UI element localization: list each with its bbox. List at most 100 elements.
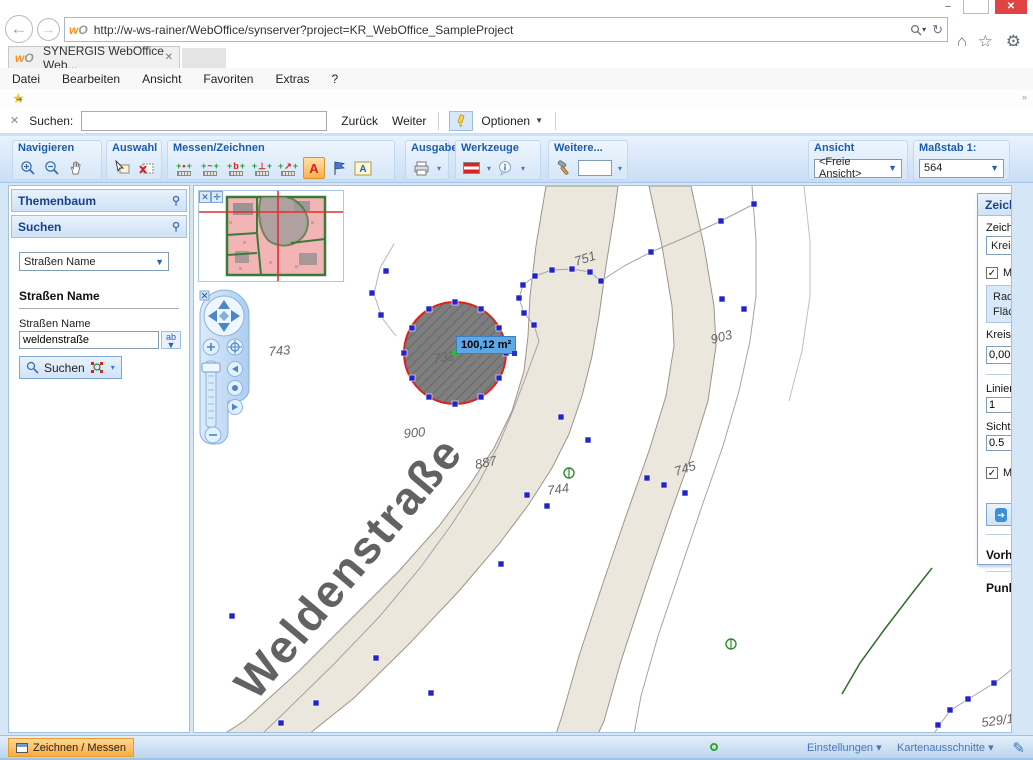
search-category-select[interactable]: Straßen Name▼ xyxy=(19,252,169,271)
sidebar-panel-themenbaum[interactable]: Themenbaum ⚲ xyxy=(11,189,187,212)
map-navigation-widget[interactable] xyxy=(198,289,250,445)
overflow-chevron-icon[interactable]: » xyxy=(1022,92,1027,102)
map-vertex[interactable] xyxy=(532,273,538,279)
search-options-caret[interactable]: ▾ xyxy=(111,363,115,372)
new-tab-button[interactable] xyxy=(182,48,226,68)
url-field[interactable]: wO http://w-ws-rainer/WebOffice/synserve… xyxy=(64,17,948,42)
statusbar-tab-zeichnen-messen[interactable]: Zeichnen / Messen xyxy=(8,738,134,757)
map-vertex[interactable] xyxy=(991,680,997,686)
findbar-back-button[interactable]: Zurück xyxy=(341,114,378,128)
map-vertex[interactable] xyxy=(452,299,458,305)
zoom-to-result-icon[interactable] xyxy=(90,361,104,374)
tab-close-icon[interactable]: ✕ xyxy=(165,52,173,63)
map-vertex[interactable] xyxy=(409,325,415,331)
pin-icon[interactable]: ⚲ xyxy=(172,194,180,207)
map-vertex[interactable] xyxy=(409,375,415,381)
refresh-icon[interactable]: ↻ xyxy=(932,22,943,38)
map-vertex[interactable] xyxy=(524,492,530,498)
hammer-icon[interactable] xyxy=(554,157,574,179)
map-vertex[interactable] xyxy=(569,266,575,272)
select-graphic-icon[interactable] xyxy=(112,157,132,179)
map-vertex[interactable] xyxy=(719,296,725,302)
map-vertex[interactable] xyxy=(544,503,550,509)
shape-select[interactable]: Kreis▼ xyxy=(986,236,1012,255)
massstab-select[interactable]: 564▼ xyxy=(919,159,1004,178)
pan-hand-icon[interactable] xyxy=(66,157,86,179)
map-vertex[interactable] xyxy=(229,613,235,619)
window-maximize-button[interactable] xyxy=(963,0,989,14)
print-icon[interactable] xyxy=(411,157,431,179)
vorhandene-objekte-section[interactable]: Vorhandene Objekte » xyxy=(986,543,1012,567)
sidebar-search-button[interactable]: Suchen ▾ xyxy=(19,356,122,379)
pin-icon[interactable]: ⚲ xyxy=(172,220,180,233)
browser-back-button[interactable]: ← xyxy=(5,15,33,43)
draw-pen-icon[interactable]: ✎ xyxy=(1012,739,1025,757)
info-dropdown-caret[interactable]: ▾ xyxy=(521,164,525,173)
zoom-out-icon[interactable] xyxy=(42,157,62,179)
kreisradius-input[interactable] xyxy=(986,346,1012,364)
map-vertex[interactable] xyxy=(313,700,319,706)
menu-bearbeiten[interactable]: Bearbeiten xyxy=(62,72,120,86)
map-vertex[interactable] xyxy=(644,475,650,481)
map-vertex[interactable] xyxy=(428,690,434,696)
add-favorite-star-icon[interactable]: ★ xyxy=(12,90,25,107)
map-vertex[interactable] xyxy=(648,249,654,255)
map-vertex[interactable] xyxy=(741,306,747,312)
menu-extras[interactable]: Extras xyxy=(275,72,309,86)
map-vertex[interactable] xyxy=(531,322,537,328)
map-vertex[interactable] xyxy=(718,218,724,224)
map-vertex[interactable] xyxy=(516,295,522,301)
map-vertex[interactable] xyxy=(661,482,667,488)
sichtbarkeit-input[interactable] xyxy=(986,435,1012,451)
menu-help[interactable]: ? xyxy=(331,72,338,86)
window-minimize-button[interactable]: – xyxy=(935,0,961,14)
map-vertex[interactable] xyxy=(558,414,564,420)
map-vertex[interactable] xyxy=(521,310,527,316)
weitere-input[interactable] xyxy=(578,160,612,176)
map-vertex[interactable] xyxy=(383,268,389,274)
weitere-dropdown-caret[interactable]: ▾ xyxy=(618,164,622,173)
browser-forward-button[interactable]: → xyxy=(37,18,60,41)
punktfang-section[interactable]: Punktfang » xyxy=(986,576,1012,600)
map-vertex[interactable] xyxy=(452,401,458,407)
map-vertex[interactable] xyxy=(549,267,555,273)
sidebar-panel-suchen[interactable]: Suchen ⚲ xyxy=(11,215,187,238)
austria-flag-icon[interactable] xyxy=(461,157,481,179)
window-close-button[interactable]: ✕ xyxy=(995,0,1027,14)
findbar-next-button[interactable]: Weiter xyxy=(392,114,426,128)
linienstaerke-input[interactable] xyxy=(986,397,1012,413)
map-vertex[interactable] xyxy=(378,312,384,318)
draw-text-tool-active-icon[interactable]: A xyxy=(303,157,325,179)
measure-perpendicular-icon[interactable]: +⊥+ xyxy=(251,157,273,179)
menu-favoriten[interactable]: Favoriten xyxy=(203,72,253,86)
map-vertex[interactable] xyxy=(373,655,379,661)
measure-line-icon[interactable]: +~+ xyxy=(199,157,221,179)
findbar-close-icon[interactable]: ✕ xyxy=(10,114,19,127)
map-vertex[interactable] xyxy=(278,720,284,726)
overview-close-icon[interactable]: ✕ xyxy=(199,191,211,203)
zoom-slider-thumb[interactable] xyxy=(202,363,220,372)
map-vertex[interactable] xyxy=(369,290,375,296)
measure-polygon-icon[interactable]: +↗+ xyxy=(277,157,299,179)
street-name-input[interactable] xyxy=(19,331,159,349)
clear-selection-icon[interactable] xyxy=(136,157,156,179)
map-vertex[interactable] xyxy=(935,722,941,728)
weiteres-objekt-button[interactable]: ➔ Weiteres Objekt xyxy=(986,503,1012,526)
print-dropdown-caret[interactable]: ▾ xyxy=(437,164,441,173)
map-vertex[interactable] xyxy=(947,707,953,713)
map-vertex[interactable] xyxy=(478,394,484,400)
flag-dropdown-caret[interactable]: ▾ xyxy=(487,164,491,173)
findbar-options-button[interactable]: Optionen▼ xyxy=(481,114,543,128)
map-vertex[interactable] xyxy=(426,394,432,400)
einstellungen-link[interactable]: Einstellungen ▾ xyxy=(807,741,882,754)
url-text[interactable]: http://w-ws-rainer/WebOffice/synserver?p… xyxy=(94,23,904,37)
map-vertex[interactable] xyxy=(585,437,591,443)
map-vertex[interactable] xyxy=(598,278,604,284)
map-vertex[interactable] xyxy=(496,325,502,331)
measure-freehand-icon[interactable]: +b+ xyxy=(225,157,247,179)
ansicht-select[interactable]: <Freie Ansicht>▼ xyxy=(814,159,902,178)
zoom-in-icon[interactable] xyxy=(18,157,38,179)
map-vertex[interactable] xyxy=(498,561,504,567)
menu-datei[interactable]: Datei xyxy=(12,72,40,86)
browser-tab[interactable]: wO SYNERGIS WebOffice Web... ✕ xyxy=(8,46,180,68)
